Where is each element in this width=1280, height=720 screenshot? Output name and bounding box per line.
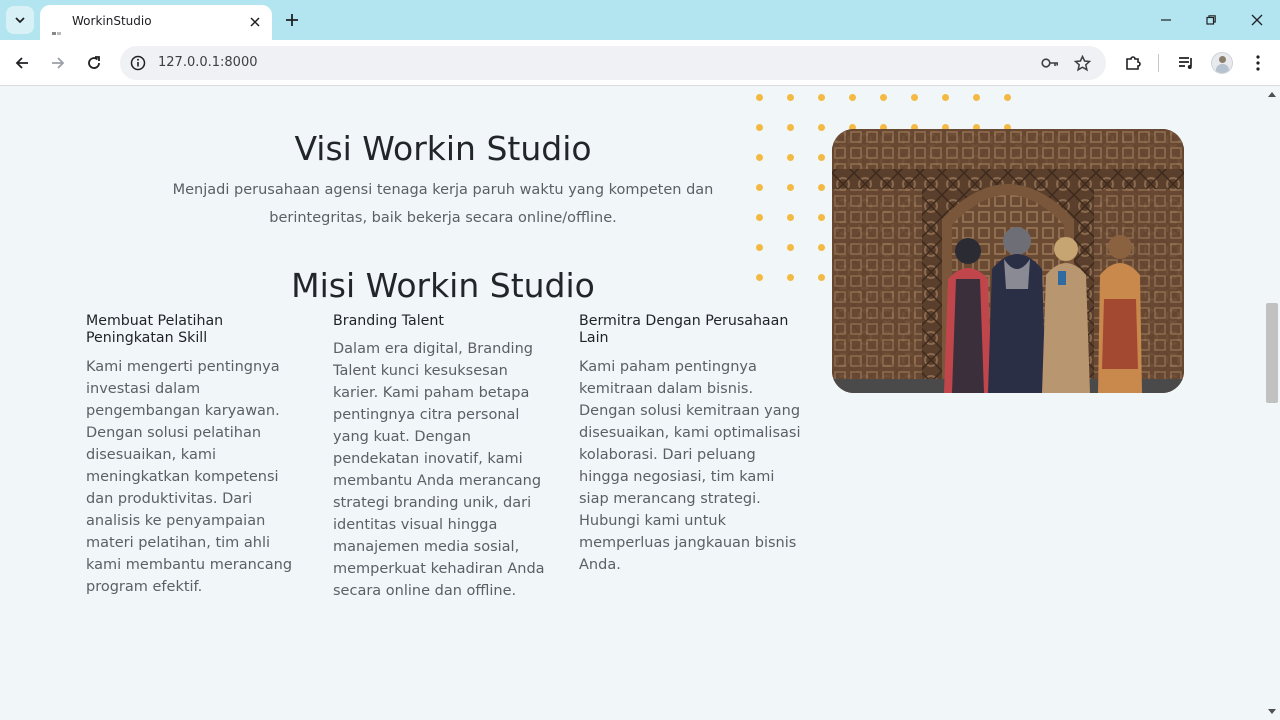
decorative-dot [818,94,825,101]
decorative-dot [911,94,918,101]
misi-title: Misi Workin Studio [291,266,595,305]
password-key-button[interactable] [1040,53,1060,73]
queue-music-icon [1179,57,1192,69]
decorative-dot [818,154,825,161]
arrow-right-icon [52,57,65,69]
close-icon [1251,14,1263,26]
decorative-dot [818,274,825,281]
minimize-icon [1161,19,1171,21]
profile-avatar[interactable] [1211,52,1233,74]
minimize-button[interactable] [1156,10,1176,30]
decorative-dot [787,154,794,161]
misi-item-title: Bermitra Dengan Perusahaan Lain [579,313,789,346]
site-info-button[interactable] [128,53,148,73]
close-icon [250,17,260,27]
restore-button[interactable] [1201,10,1221,30]
chevron-down-icon [15,17,25,24]
decorative-dot [818,214,825,221]
restore-icon [1206,15,1216,25]
decorative-dot [942,94,949,101]
star-icon [1073,54,1091,71]
decorative-dot [973,94,980,101]
address-bar[interactable]: 127.0.0.1:8000 [120,46,1106,80]
media-controls-button[interactable] [1174,51,1198,75]
decorative-dot [787,244,794,251]
favicon-icon [52,20,62,35]
reload-icon [88,56,100,69]
misi-item: Branding Talent Dalam era digital, Brand… [333,313,555,602]
toolbar-divider [1158,54,1159,72]
decorative-dot [1004,94,1011,101]
tab-search-button[interactable] [6,6,34,34]
extensions-button[interactable] [1121,51,1145,75]
browser-menu-button[interactable] [1246,51,1270,75]
scroll-down-arrow-icon[interactable] [1268,709,1276,714]
decorative-dot [787,124,794,131]
decorative-dot [756,124,763,131]
browser-tab[interactable]: WorkinStudio [40,5,272,40]
decorative-dot [787,214,794,221]
decorative-dot [756,94,763,101]
tab-title: WorkinStudio [72,14,152,28]
visi-text: Menjadi perusahaan agensi tenaga kerja p… [172,182,714,226]
forward-button[interactable] [46,51,70,75]
decorative-dot [880,94,887,101]
decorative-dot [756,214,763,221]
decorative-dot [849,94,856,101]
key-icon [1041,58,1058,68]
misi-item-text: Kami paham pentingnya kemitraan dalam bi… [579,359,801,573]
decorative-dot [818,184,825,191]
decorative-dot [756,274,763,281]
reload-button[interactable] [82,51,106,75]
close-window-button[interactable] [1247,10,1267,30]
vertical-scrollbar[interactable] [1264,87,1280,720]
misi-item-text: Dalam era digital, Branding Talent kunci… [333,341,545,599]
info-icon [130,55,146,71]
back-button[interactable] [10,51,34,75]
url-text[interactable]: 127.0.0.1:8000 [158,55,258,70]
decorative-dot [818,244,825,251]
decorative-dot [756,244,763,251]
misi-item: Membuat Pelatihan Peningkatan Skill Kami… [86,313,308,598]
misi-item-title: Branding Talent [333,313,444,329]
page-viewport: Visi Workin Studio Menjadi perusahaan ag… [0,87,1264,720]
misi-item: Bermitra Dengan Perusahaan Lain Kami pah… [579,313,801,576]
decorative-dot [787,94,794,101]
decorative-dot [818,124,825,131]
decorative-dot [787,184,794,191]
team-photo [832,129,1184,393]
puzzle-icon [1126,56,1141,70]
new-tab-button[interactable] [282,10,302,30]
scroll-thumb[interactable] [1266,303,1278,403]
scroll-up-arrow-icon[interactable] [1268,92,1276,97]
avatar-body [1216,64,1229,73]
close-tab-button[interactable] [246,13,264,31]
decorative-dot [756,184,763,191]
browser-titlebar: WorkinStudio [0,0,1280,40]
more-vert-icon [1256,55,1260,71]
browser-toolbar: 127.0.0.1:8000 [0,40,1280,86]
decorative-dot [756,154,763,161]
avatar-head [1219,56,1226,63]
arrow-left-icon [15,57,28,69]
misi-item-text: Kami mengerti pentingnya investasi dalam… [86,359,293,595]
misi-item-title: Membuat Pelatihan Peningkatan Skill [86,313,224,346]
plus-icon [286,14,298,26]
team-photo-illustration [832,129,1184,393]
decorative-dot [787,274,794,281]
visi-title: Visi Workin Studio [294,129,592,168]
bookmark-button[interactable] [1072,53,1092,73]
